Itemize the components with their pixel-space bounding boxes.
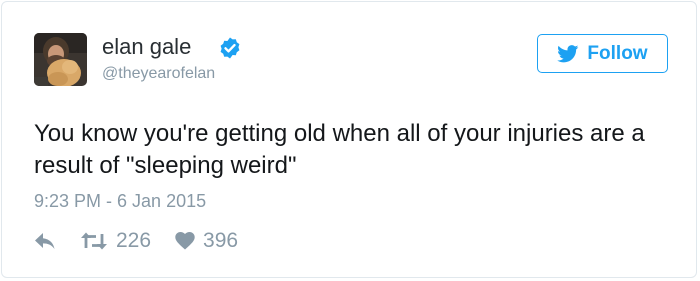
reply-button[interactable] (34, 232, 56, 250)
twitter-bird-icon (557, 44, 579, 62)
like-button[interactable]: 396 (175, 229, 238, 253)
like-count: 396 (203, 229, 239, 252)
tweet-timestamp[interactable]: 9:23 PM - 6 Jan 2015 (34, 190, 206, 212)
follow-label: Follow (587, 42, 648, 64)
avatar[interactable] (34, 33, 87, 86)
verified-badge-icon (220, 37, 240, 59)
author-name[interactable]: elan gale (102, 34, 191, 60)
heart-icon (175, 232, 195, 250)
avatar-photo (34, 33, 87, 86)
retweet-count: 226 (116, 229, 152, 252)
retweet-icon (81, 232, 107, 250)
retweet-button[interactable]: 226 (80, 229, 151, 253)
follow-button[interactable]: Follow (537, 34, 668, 73)
tweet-text: You know you're getting old when all of … (34, 120, 645, 179)
reply-arrow-icon (35, 233, 55, 249)
tweet-actions: 226 396 (34, 228, 238, 254)
tweet-card: elan gale @theyearofelan Follow You know… (1, 1, 697, 278)
author-handle[interactable]: @theyearofelan (102, 64, 215, 84)
